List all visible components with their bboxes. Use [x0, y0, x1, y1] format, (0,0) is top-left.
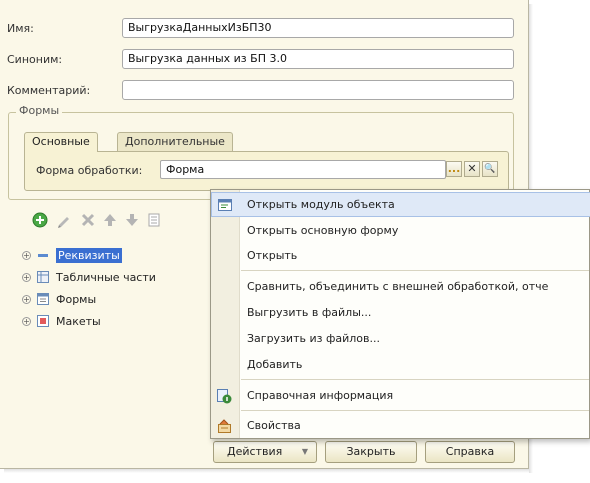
menu-item-compare-merge[interactable]: Сравнить, объединить с внешней обработко… [211, 274, 590, 299]
tree-item-tabular-sections[interactable]: + Табличные части [22, 268, 156, 286]
tab-main[interactable]: Основные [24, 132, 98, 152]
properties-icon [217, 418, 232, 433]
ellipsis-icon: ... [447, 162, 461, 175]
tab-additional[interactable]: Дополнительные [117, 132, 233, 151]
name-label: Имя: [7, 22, 34, 35]
menu-separator [241, 410, 589, 411]
context-menu: Открыть модуль объекта Открыть основную … [210, 189, 590, 439]
tree-item-attributes[interactable]: + Реквизиты [22, 246, 122, 264]
module-icon [218, 198, 233, 213]
menu-item-open[interactable]: Открыть [211, 243, 590, 268]
clear-icon: ✕ [467, 162, 477, 175]
actions-label: Действия [227, 445, 283, 458]
menu-item-label: Открыть основную форму [247, 224, 399, 237]
forms-group-title: Формы [16, 104, 63, 117]
add-icon[interactable] [32, 212, 48, 228]
menu-item-open-object-module[interactable]: Открыть модуль объекта [211, 192, 590, 217]
attributes-icon [37, 249, 49, 261]
object-tree: + Реквизиты + Табличные части + Формы + [22, 246, 222, 446]
tree-item-forms[interactable]: + Формы [22, 290, 96, 308]
window-shadow-bottom [4, 469, 529, 473]
menu-item-label: Открыть модуль объекта [247, 198, 395, 211]
menu-item-add[interactable]: Добавить [211, 352, 590, 377]
menu-item-label: Добавить [247, 358, 303, 371]
help-button[interactable]: Справка [425, 441, 515, 463]
menu-item-properties[interactable]: Свойства [211, 413, 590, 438]
search-icon: 🔍 [484, 164, 496, 174]
close-button[interactable]: Закрыть [325, 441, 417, 463]
edit-icon[interactable] [56, 212, 72, 228]
table-icon [37, 271, 49, 283]
processing-form-field[interactable]: Форма [160, 160, 446, 179]
chevron-down-icon: ▼ [301, 447, 308, 456]
expand-icon[interactable]: + [22, 250, 31, 260]
menu-item-label: Сравнить, объединить с внешней обработко… [247, 280, 549, 293]
actions-button[interactable]: Действия ▼ [213, 441, 317, 463]
list-icon[interactable] [146, 212, 162, 228]
tree-item-label: Макеты [56, 314, 101, 328]
menu-item-label: Выгрузить в файлы... [247, 306, 372, 319]
help-info-icon [217, 388, 232, 404]
menu-item-help-info[interactable]: Справочная информация [211, 383, 590, 408]
form-icon [37, 293, 49, 305]
clear-button[interactable]: ✕ [464, 161, 480, 177]
synonym-label: Синоним: [7, 53, 63, 66]
menu-item-import-files[interactable]: Загрузить из файлов... [211, 326, 590, 351]
move-up-icon[interactable] [102, 212, 118, 228]
menu-item-export-files[interactable]: Выгрузить в файлы... [211, 300, 590, 325]
expand-icon[interactable]: + [22, 294, 31, 304]
expand-icon[interactable]: + [22, 272, 31, 282]
menu-item-open-main-form[interactable]: Открыть основную форму [211, 218, 590, 243]
select-ellipsis-button[interactable]: ... [446, 161, 462, 177]
comment-field[interactable] [122, 80, 514, 100]
tree-item-label: Табличные части [56, 270, 156, 284]
menu-separator [241, 270, 589, 271]
menu-separator [241, 379, 589, 380]
tree-item-templates[interactable]: + Макеты [22, 312, 101, 330]
tree-item-label: Формы [56, 292, 97, 306]
template-icon [37, 315, 49, 327]
open-button[interactable]: 🔍 [482, 161, 498, 177]
menu-item-label: Справочная информация [247, 389, 394, 402]
menu-item-label: Свойства [247, 419, 301, 432]
synonym-field[interactable]: Выгрузка данных из БП 3.0 [122, 49, 514, 69]
processing-form-label: Форма обработки: [36, 164, 143, 177]
tree-item-label: Реквизиты [56, 247, 122, 263]
expand-icon[interactable]: + [22, 316, 31, 326]
name-field[interactable]: ВыгрузкаДанныхИзБП30 [122, 18, 514, 38]
menu-item-label: Загрузить из файлов... [247, 332, 380, 345]
comment-label: Комментарий: [7, 84, 91, 97]
delete-icon[interactable] [80, 212, 96, 228]
menu-item-label: Открыть [247, 249, 298, 262]
move-down-icon[interactable] [124, 212, 140, 228]
